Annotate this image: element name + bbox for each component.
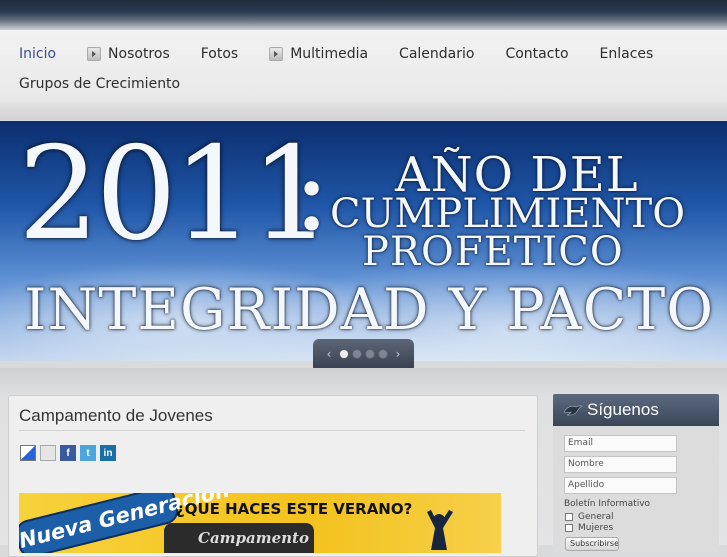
slider-dot[interactable] <box>378 349 388 359</box>
promo-camp-logo: Campamento <box>164 523 314 553</box>
nav-item-grupos-de-crecimiento[interactable]: Grupos de Crecimiento <box>19 76 180 92</box>
nav-item-label: Grupos de Crecimiento <box>19 76 181 92</box>
submenu-arrow-icon[interactable] <box>269 47 284 61</box>
slider-controls: ‹ › <box>313 339 414 369</box>
share-bar: f t in <box>20 445 116 461</box>
follow-us-title: Síguenos <box>587 400 659 419</box>
slider-dots <box>339 349 388 359</box>
follow-us-panel: Síguenos Email Nombre Apellido Boletín I… <box>553 394 719 554</box>
subscribe-button[interactable]: Subscribirse <box>565 537 619 551</box>
banner-line-3: PROFETICO <box>362 229 624 275</box>
nav-item-contacto[interactable]: Contacto <box>505 46 568 62</box>
slider-next-icon[interactable]: › <box>391 347 405 361</box>
name-field[interactable]: Nombre <box>564 456 677 473</box>
slider-dot[interactable] <box>339 349 349 359</box>
checkbox-general[interactable] <box>565 513 573 521</box>
nav-item-nosotros[interactable]: Nosotros <box>87 46 170 62</box>
nav-item-multimedia[interactable]: Multimedia <box>269 46 368 62</box>
option-mujeres[interactable]: Mujeres <box>565 523 613 533</box>
email-field[interactable]: Email <box>564 435 677 452</box>
nav-divider <box>0 102 727 120</box>
nav-item-fotos[interactable]: Fotos <box>201 46 238 62</box>
camp-promo-image[interactable]: Nueva Generación ¿QUE HACES ESTE VERANO?… <box>19 493 501 553</box>
article-title[interactable]: Campamento de Jovenes <box>19 406 213 426</box>
submenu-arrow-icon[interactable] <box>87 47 102 61</box>
slider-prev-icon[interactable]: ‹ <box>322 347 336 361</box>
option-general[interactable]: General <box>565 512 613 522</box>
nav-item-label: Inicio <box>19 46 57 62</box>
slider-dot[interactable] <box>352 349 362 359</box>
article-card: Campamento de Jovenes f t in Nueva Gener… <box>8 395 538 557</box>
option-mujeres-label: Mujeres <box>578 523 614 533</box>
nav-item-label: Multimedia <box>290 46 369 62</box>
main-menu: Inicio Nosotros Fotos Multimedia Calendario C… <box>19 44 719 94</box>
jumping-person-icon <box>427 510 453 550</box>
follow-us-header: Síguenos <box>553 394 719 426</box>
promo-question: ¿QUE HACES ESTE VERANO? <box>176 500 413 518</box>
article-divider <box>19 430 525 431</box>
option-general-label: General <box>578 512 614 522</box>
lastname-field[interactable]: Apellido <box>564 477 677 494</box>
nav-item-label: Fotos <box>200 46 239 62</box>
nav-item-calendario[interactable]: Calendario <box>399 46 474 62</box>
bird-icon <box>563 405 583 416</box>
checkbox-mujeres[interactable] <box>565 524 573 532</box>
newsletter-label: Boletín Informativo <box>564 499 651 509</box>
banner-colon: : <box>293 127 331 255</box>
nav-item-label: Nosotros <box>108 46 170 62</box>
twitter-icon[interactable]: t <box>80 445 96 461</box>
top-bar <box>0 0 727 30</box>
nav-item-label: Calendario <box>399 46 475 62</box>
nav-item-enlaces[interactable]: Enlaces <box>600 46 654 62</box>
menu-row-2: Grupos de Crecimiento <box>19 74 719 94</box>
linkedin-icon[interactable]: in <box>100 445 116 461</box>
slider-dot[interactable] <box>365 349 375 359</box>
promo-badge: Nueva Generación <box>19 493 232 553</box>
menu-row-1: Inicio Nosotros Fotos Multimedia Calendario C… <box>19 44 719 64</box>
digg-icon[interactable] <box>40 445 56 461</box>
nav-item-label: Contacto <box>505 46 569 62</box>
banner-motto: INTEGRIDAD Y PACTO <box>24 277 715 343</box>
delicious-icon[interactable] <box>20 445 36 461</box>
nav-item-inicio[interactable]: Inicio <box>19 46 56 62</box>
nav-item-label: Enlaces <box>599 46 654 62</box>
hero-banner[interactable]: 2011 : AÑO DEL CUMPLIMIENTO PROFETICO IN… <box>0 121 727 361</box>
banner-year: 2011 <box>18 121 332 269</box>
facebook-icon[interactable]: f <box>60 445 76 461</box>
